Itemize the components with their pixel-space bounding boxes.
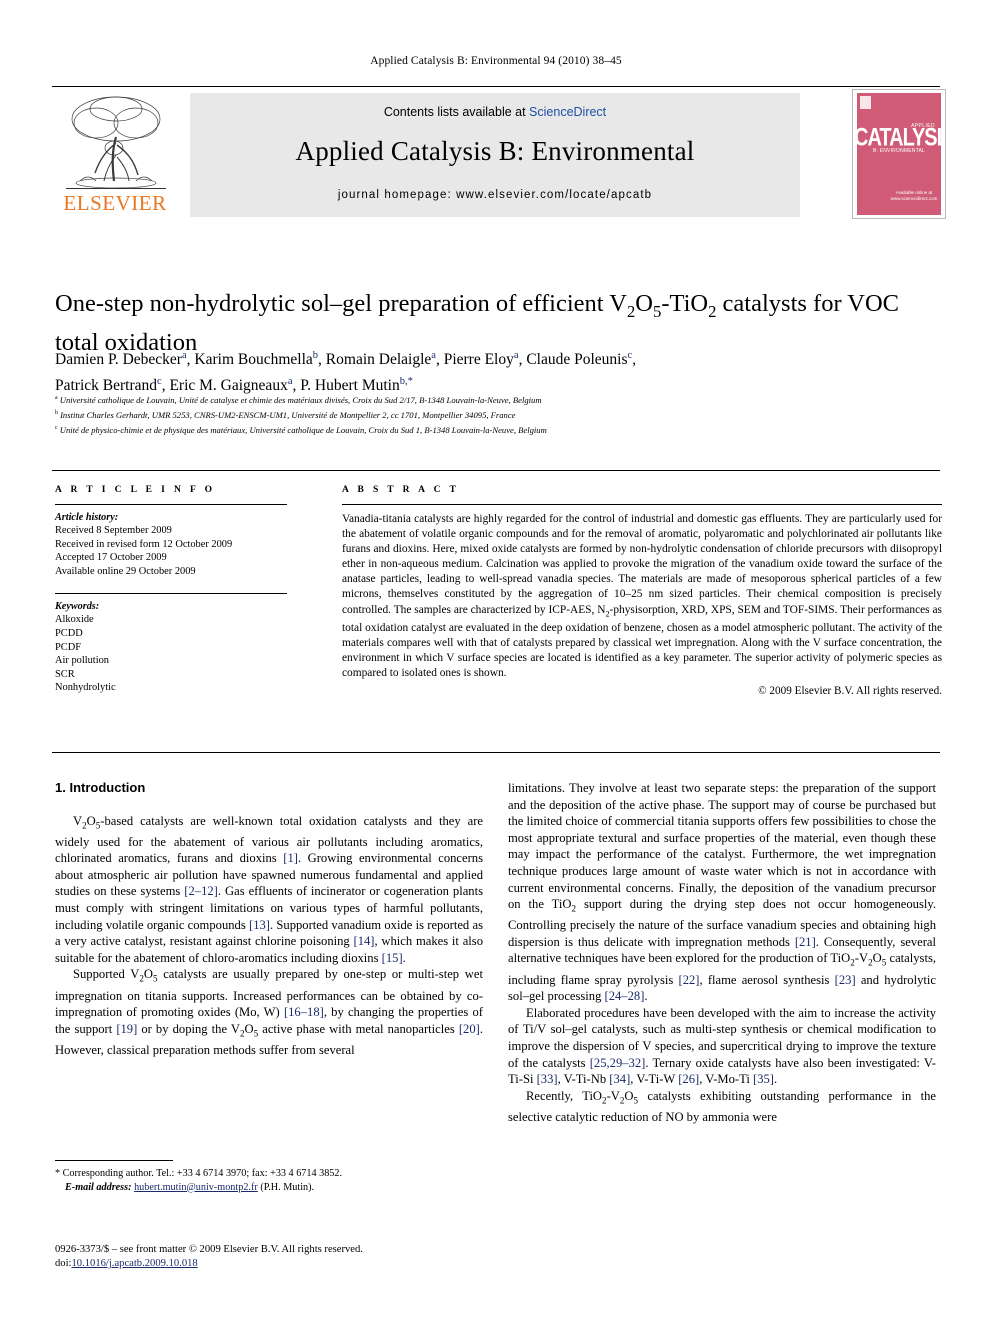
journal-cover-thumbnail[interactable]: APPLIED CATALYSIS B: ENVIRONMENTAL Avail… bbox=[852, 89, 946, 219]
keyword-item: SCR bbox=[55, 668, 75, 680]
contents-prefix: Contents lists available at bbox=[383, 105, 530, 119]
citation-ref[interactable]: [33] bbox=[537, 1072, 558, 1086]
article-info-column: A R T I C L E I N F O Article history: R… bbox=[55, 485, 307, 695]
history-received: Received 8 September 2009 bbox=[55, 525, 172, 536]
citation-ref[interactable]: [21] bbox=[795, 935, 816, 949]
history-online: Available online 29 October 2009 bbox=[55, 565, 196, 577]
affiliation-a: a Université catholique de Louvain, Unit… bbox=[55, 394, 542, 405]
paragraph: Elaborated procedures have been develope… bbox=[508, 1005, 936, 1087]
paragraph: Supported V2O5 catalysts are usually pre… bbox=[55, 967, 483, 1057]
elsevier-logo: ELSEVIER bbox=[52, 93, 178, 217]
email-owner: (P.H. Mutin). bbox=[260, 1181, 315, 1193]
title-segment-2: O bbox=[635, 290, 653, 318]
title-segment-1: One-step non-hydrolytic sol–gel preparat… bbox=[55, 290, 627, 318]
footnote-divider bbox=[55, 1160, 173, 1162]
body-column-right: limitations. They involve at least two s… bbox=[508, 780, 936, 1125]
cover-subtitle: B: ENVIRONMENTAL bbox=[873, 148, 926, 154]
keyword-item: PCDF bbox=[55, 641, 81, 653]
doi-line: doi:10.1016/j.apcatb.2009.10.018 bbox=[55, 1257, 655, 1271]
article-history-label: Article history: bbox=[55, 512, 119, 523]
keywords-label: Keywords: bbox=[55, 601, 100, 613]
abstract-text: Vanadia-titania catalysts are highly reg… bbox=[342, 513, 942, 680]
citation-ref[interactable]: [14] bbox=[354, 934, 375, 948]
citation-ref[interactable]: [26] bbox=[678, 1072, 699, 1086]
citation-ref[interactable]: [2–12] bbox=[184, 884, 218, 898]
affiliation-list: a Université catholique de Louvain, Unit… bbox=[55, 392, 945, 437]
citation-ref[interactable]: [13] bbox=[249, 918, 270, 932]
corresponding-author-footnote: * Corresponding author. Tel.: +33 4 6714… bbox=[55, 1160, 483, 1194]
email-link[interactable]: hubert.mutin@univ-montp2.fr bbox=[134, 1182, 258, 1193]
elsevier-wordmark: ELSEVIER bbox=[63, 191, 167, 215]
paragraph: Recently, TiO2-V2O5 catalysts exhibiting… bbox=[508, 1088, 937, 1124]
citation-ref[interactable]: [1] bbox=[283, 851, 298, 865]
elsevier-tree-icon bbox=[62, 93, 170, 189]
citation-ref[interactable]: [22] bbox=[679, 973, 700, 987]
citation-ref[interactable]: [15] bbox=[382, 951, 403, 965]
abstract-rule bbox=[342, 504, 942, 505]
citation-ref[interactable]: [35] bbox=[753, 1072, 774, 1086]
citation-ref[interactable]: [34] bbox=[609, 1072, 630, 1086]
elsevier-divider bbox=[66, 188, 166, 190]
paragraph: V2O5-based catalysts are well-known tota… bbox=[55, 813, 483, 965]
citation-ref[interactable]: [19] bbox=[116, 1022, 137, 1036]
issn-copyright-line: 0926-3373/$ – see front matter © 2009 El… bbox=[55, 1244, 363, 1255]
keyword-item: Air pollution bbox=[55, 655, 109, 667]
keyword-item: PCDD bbox=[55, 627, 83, 639]
journal-band: Contents lists available at ScienceDirec… bbox=[190, 93, 800, 217]
cover-artwork: APPLIED CATALYSIS B: ENVIRONMENTAL Avail… bbox=[854, 93, 945, 215]
affiliation-b: b Institut Charles Gerhardt, UMR 5253, C… bbox=[55, 409, 516, 420]
affiliation-c: c Unité de physico-chimie et de physique… bbox=[55, 424, 547, 435]
keywords-rule bbox=[55, 593, 287, 595]
abstract-column: A B S T R A C T Vanadia-titania catalyst… bbox=[342, 485, 942, 697]
info-band-top-rule bbox=[52, 470, 940, 472]
citation-ref[interactable]: [25,29–32] bbox=[590, 1056, 646, 1070]
title-segment-3: -TiO bbox=[661, 290, 709, 318]
article-info-rule bbox=[55, 504, 287, 505]
doi-link[interactable]: 10.1016/j.apcatb.2009.10.018 bbox=[71, 1258, 197, 1269]
footnote-marker: * bbox=[55, 1168, 61, 1180]
paragraph: limitations. They involve at least two s… bbox=[508, 781, 936, 1004]
running-head: Applied Catalysis B: Environmental 94 (2… bbox=[370, 55, 622, 67]
footnote-corresponding-line: * Corresponding author. Tel.: +33 4 6714… bbox=[55, 1167, 483, 1180]
contents-available-line: Contents lists available at ScienceDirec… bbox=[190, 105, 800, 119]
keyword-item: Alkoxide bbox=[55, 614, 94, 626]
history-accepted: Accepted 17 October 2009 bbox=[55, 552, 167, 564]
page-footer: 0926-3373/$ – see front matter © 2009 El… bbox=[55, 1243, 655, 1272]
abstract-heading: A B S T R A C T bbox=[342, 485, 460, 495]
article-info-heading: A R T I C L E I N F O bbox=[55, 485, 216, 495]
journal-masthead: ELSEVIER Contents lists available at Sci… bbox=[52, 86, 946, 219]
history-revised: Received in revised form 12 October 2009 bbox=[55, 538, 233, 550]
abstract-copyright: © 2009 Elsevier B.V. All rights reserved… bbox=[758, 685, 942, 698]
citation-ref[interactable]: [23] bbox=[835, 973, 856, 987]
sciencedirect-link[interactable]: ScienceDirect bbox=[529, 105, 606, 119]
citation-ref[interactable]: [20] bbox=[459, 1022, 480, 1036]
journal-homepage: journal homepage: www.elsevier.com/locat… bbox=[337, 189, 653, 201]
info-band-bottom-rule bbox=[52, 752, 940, 754]
cover-logo-box bbox=[860, 96, 871, 109]
citation-ref[interactable]: [24–28] bbox=[605, 989, 645, 1003]
doi-label: doi: bbox=[55, 1258, 72, 1270]
keyword-item: Nonhydrolytic bbox=[55, 682, 116, 694]
author-line-1: Damien P. Debeckera, Karim Bouchmellab, … bbox=[55, 350, 637, 369]
body-column-left: 1. Introduction V2O5-based catalysts are… bbox=[55, 780, 483, 1058]
article-first-page: Applied Catalysis B: Environmental 94 (2… bbox=[0, 0, 992, 1323]
journal-title: Applied Catalysis B: Environmental bbox=[295, 136, 695, 166]
author-list: Damien P. Debeckera, Karim Bouchmellab, … bbox=[55, 345, 945, 397]
cover-footer-text: Available online at www.sciencedirect.co… bbox=[890, 189, 938, 202]
citation-ref[interactable]: [16–18] bbox=[284, 1005, 324, 1019]
email-address-label: E-mail address: bbox=[65, 1181, 132, 1193]
section-heading-introduction: 1. Introduction bbox=[55, 780, 146, 795]
footnote-email-line: E-mail address: hubert.mutin@univ-montp2… bbox=[55, 1181, 483, 1194]
footnote-corresponding-text: Corresponding author. Tel.: +33 4 6714 3… bbox=[62, 1168, 343, 1180]
